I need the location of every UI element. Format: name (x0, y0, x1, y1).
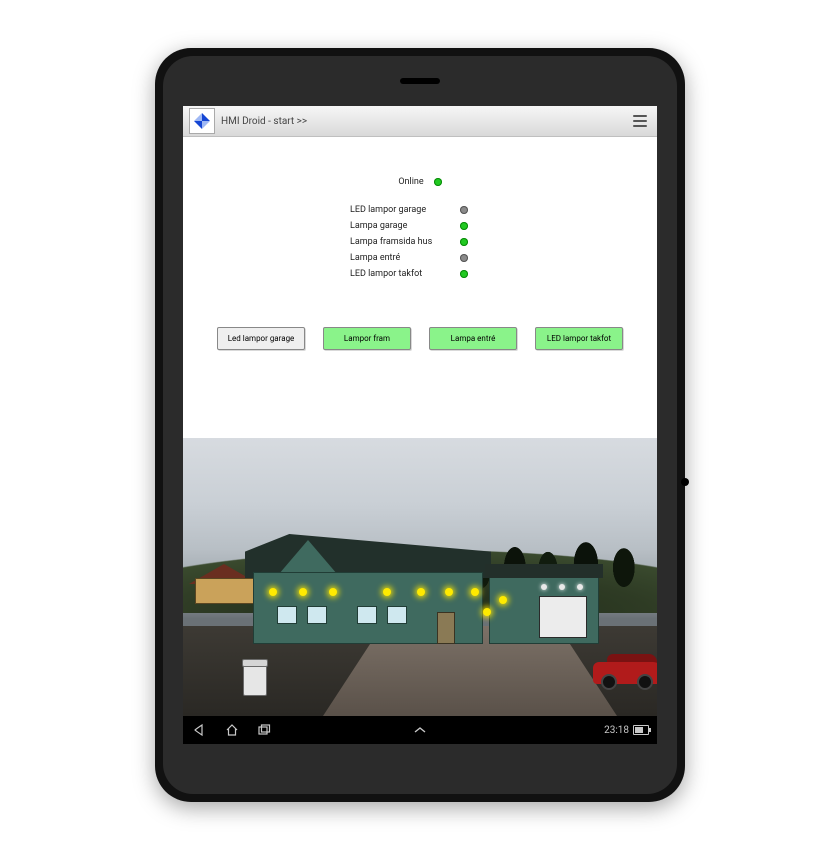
app-bar: HMI Droid - start >> (183, 106, 657, 137)
screen: HMI Droid - start >> Online LED lampor g… (183, 106, 657, 744)
garage-light-icon (559, 584, 565, 590)
menu-button[interactable] (629, 110, 651, 132)
tablet-power-button[interactable] (681, 478, 689, 486)
control-button[interactable]: Lampor fram (323, 327, 411, 350)
lamp-indicator (460, 254, 468, 262)
led-point-icon (499, 596, 507, 604)
lamp-indicator (460, 206, 468, 214)
lamp-indicator-cell (460, 221, 490, 231)
tablet-frame: HMI Droid - start >> Online LED lampor g… (155, 48, 685, 802)
control-panel: Online LED lampor garage Lampa garage Lamp… (183, 137, 657, 439)
lamp-indicator (460, 222, 468, 230)
button-row: Led lampor garage Lampor fram Lampa entré L… (183, 327, 657, 350)
lamp-label: LED lampor takfot (350, 269, 460, 279)
lamp-indicator (460, 238, 468, 246)
recents-button[interactable] (255, 721, 273, 739)
status-label: Online (398, 177, 423, 187)
back-icon (193, 723, 207, 737)
garage (489, 574, 599, 644)
system-nav-bar: 23:18 (183, 716, 657, 744)
recents-icon (257, 723, 271, 737)
garage-light-icon (577, 584, 583, 590)
status-line: Online (183, 177, 657, 187)
expand-button[interactable] (411, 721, 429, 739)
lamp-indicator-cell (460, 237, 490, 247)
led-point-icon (383, 588, 391, 596)
control-button[interactable]: Led lampor garage (217, 327, 305, 350)
led-point-icon (417, 588, 425, 596)
lamp-label: LED lampor garage (350, 205, 460, 215)
lamp-label: Lampa framsida hus (350, 237, 460, 247)
app-title: HMI Droid - start >> (221, 116, 629, 127)
expand-up-icon (413, 725, 427, 735)
tablet-speaker (400, 78, 440, 84)
control-button[interactable]: LED lampor takfot (535, 327, 623, 350)
clock: 23:18 (604, 725, 629, 736)
trash-bin (243, 664, 267, 696)
lamp-indicator-cell (460, 269, 490, 279)
garage-light-icon (541, 584, 547, 590)
back-button[interactable] (191, 721, 209, 739)
lamp-label: Lampa garage (350, 221, 460, 231)
hmi-droid-logo-icon (193, 112, 211, 130)
lamp-indicator-cell (460, 253, 490, 263)
home-button[interactable] (223, 721, 241, 739)
house-scene (183, 438, 657, 716)
lamp-label: Lampa entré (350, 253, 460, 263)
led-point-icon (299, 588, 307, 596)
led-point-icon (269, 588, 277, 596)
led-point-icon (329, 588, 337, 596)
car (593, 650, 657, 690)
status-indicator (434, 178, 442, 186)
lamp-indicator-cell (460, 205, 490, 215)
lamp-indicator (460, 270, 468, 278)
home-icon (225, 723, 239, 737)
app-logo (189, 108, 215, 134)
led-point-icon (445, 588, 453, 596)
led-point-icon (471, 588, 479, 596)
battery-icon (633, 725, 649, 735)
lamp-list: LED lampor garage Lampa garage Lampa frams… (183, 205, 657, 279)
led-point-icon (483, 608, 491, 616)
control-button[interactable]: Lampa entré (429, 327, 517, 350)
